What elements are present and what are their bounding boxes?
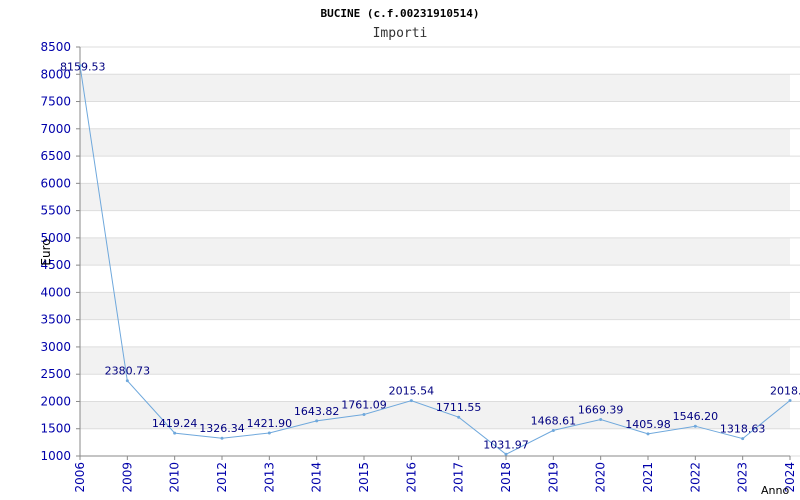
x-axis-ticks: 2006 2009 2010 2012 2013 2014 2015 2016 2017 2018…	[73, 456, 797, 493]
grid-band	[80, 183, 790, 211]
x-axis-label: Anno	[761, 484, 789, 497]
x-tick-label: 2013	[262, 462, 276, 493]
grid-band	[80, 346, 790, 375]
data-label: 1419.24	[152, 417, 198, 430]
data-label: 1318.63	[720, 423, 766, 436]
y-tick-label: 3500	[40, 313, 71, 327]
grid-band	[80, 128, 790, 157]
data-point	[362, 412, 366, 416]
chart-subtitle: Importi	[373, 26, 428, 41]
data-label: 2380.73	[105, 365, 151, 378]
data-point	[457, 415, 461, 419]
y-tick-label: 5500	[40, 204, 71, 218]
x-tick-label: 2020	[594, 462, 608, 493]
data-point	[220, 436, 224, 440]
x-tick-label: 2016	[404, 462, 418, 493]
y-tick-label: 1000	[40, 449, 71, 463]
data-label: 1546.20	[673, 410, 719, 423]
x-tick-label: 2006	[73, 462, 87, 493]
x-tick-label: 2023	[736, 462, 750, 493]
data-label: 2018.6	[770, 384, 800, 397]
y-tick-label: 8500	[40, 40, 71, 54]
data-label: 1669.39	[578, 403, 624, 416]
grid-band	[80, 292, 790, 320]
y-axis-label: Euro	[39, 238, 53, 265]
data-label: 1405.98	[625, 418, 671, 431]
x-tick-label: 2009	[120, 462, 134, 493]
data-point	[267, 431, 271, 435]
data-label: 1031.97	[483, 438, 529, 451]
y-tick-label: 6500	[40, 149, 71, 163]
data-label: 8159.53	[60, 61, 106, 74]
grid-bands	[80, 74, 790, 429]
x-tick-label: 2022	[688, 462, 702, 493]
data-point	[315, 419, 319, 423]
data-label: 1326.34	[199, 422, 245, 435]
data-point	[646, 432, 650, 436]
data-point	[504, 452, 508, 456]
y-tick-label: 1500	[40, 422, 71, 436]
y-tick-label: 2500	[40, 367, 71, 381]
y-tick-label: 6000	[40, 176, 71, 190]
grid-band	[80, 74, 790, 102]
data-point	[551, 428, 555, 432]
x-tick-label: 2014	[310, 462, 324, 493]
x-tick-label: 2010	[168, 462, 182, 493]
data-label: 1761.09	[341, 398, 387, 411]
grid-band	[80, 237, 790, 266]
x-tick-label: 2018	[499, 462, 513, 493]
x-tick-label: 2021	[641, 462, 655, 493]
y-tick-label: 2000	[40, 394, 71, 408]
x-tick-label: 2015	[357, 462, 371, 493]
data-point	[409, 399, 413, 403]
x-tick-label: 2012	[215, 462, 229, 493]
data-label: 1421.90	[247, 417, 293, 430]
line-chart: BUCINE (c.f.00231910514) Importi 1000 150…	[39, 7, 800, 497]
data-point	[125, 379, 129, 383]
data-label: 1643.82	[294, 405, 340, 418]
chart-title: BUCINE (c.f.00231910514)	[321, 7, 480, 20]
y-tick-label: 7000	[40, 122, 71, 136]
data-label: 1468.61	[531, 414, 577, 427]
data-point	[693, 424, 697, 428]
data-point	[599, 417, 603, 421]
data-point	[741, 437, 745, 441]
data-label: 1711.55	[436, 401, 482, 414]
data-point	[788, 398, 792, 402]
data-label: 2015.54	[389, 385, 435, 398]
data-point	[173, 431, 177, 435]
y-tick-label: 4000	[40, 285, 71, 299]
y-tick-label: 3000	[40, 340, 71, 354]
x-tick-label: 2017	[452, 462, 466, 493]
y-tick-label: 7500	[40, 95, 71, 109]
x-tick-label: 2019	[546, 462, 560, 493]
